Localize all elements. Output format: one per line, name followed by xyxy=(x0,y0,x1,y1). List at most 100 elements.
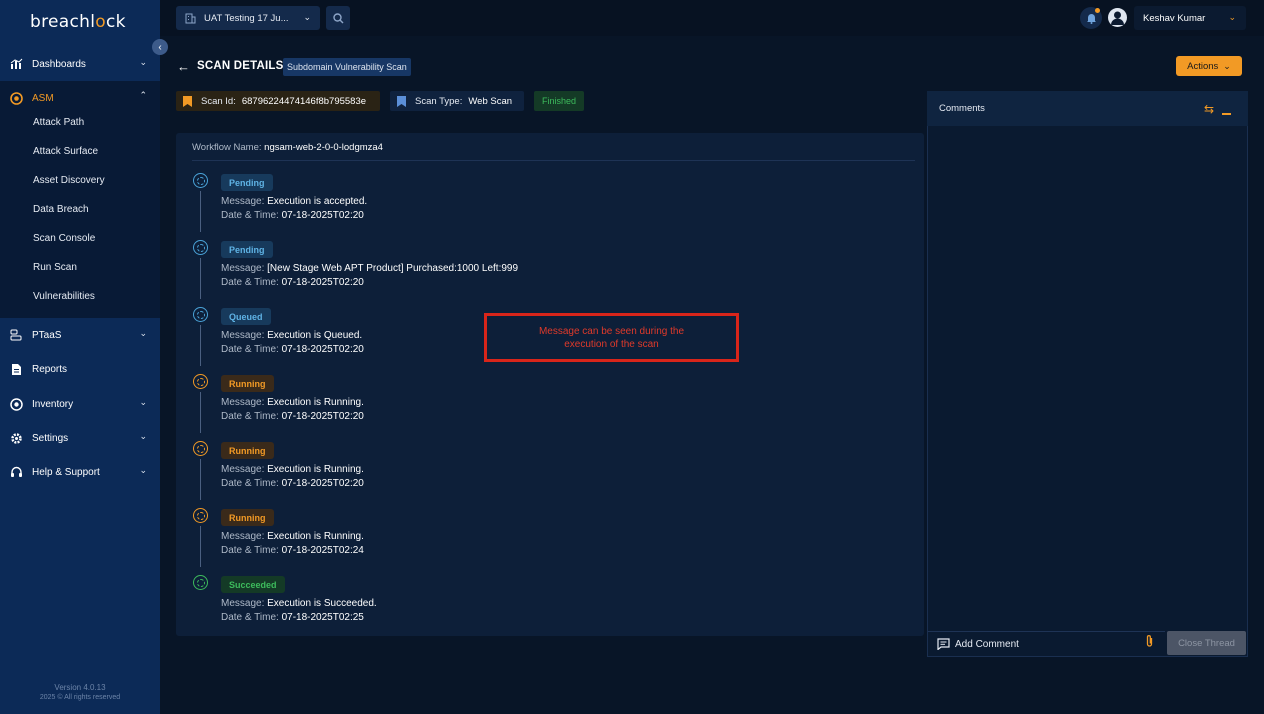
swap-icon[interactable]: ⇆ xyxy=(1204,102,1214,116)
pending-status-icon xyxy=(193,240,208,255)
add-comment-input[interactable]: Add Comment xyxy=(928,631,1165,656)
logo-text-prefix: breachl xyxy=(30,12,96,32)
datetime-value: 07-18-2025T02:20 xyxy=(281,478,364,489)
document-icon xyxy=(9,362,23,376)
scan-type-label: Scan Type: xyxy=(415,95,463,107)
notifications-button[interactable] xyxy=(1080,7,1102,29)
running-status-icon xyxy=(193,441,208,456)
sidebar-sub-data-breach[interactable]: Data Breach xyxy=(33,204,89,215)
workflow-value: ngsam-web-2-0-0-lodgmza4 xyxy=(264,142,383,153)
timeline-connector xyxy=(200,392,201,433)
timeline-datetime: Date & Time: 07-18-2025T02:20 xyxy=(221,344,364,355)
workspace-selector[interactable]: UAT Testing 17 Ju... ⌄ xyxy=(176,6,320,30)
sidebar-item-label: Reports xyxy=(32,363,68,375)
workspace-name: UAT Testing 17 Ju... xyxy=(204,12,289,24)
timeline-connector xyxy=(200,459,201,500)
datetime-label: Date & Time: xyxy=(221,411,282,422)
sidebar-item-dashboards[interactable]: Dashboards ⌄ xyxy=(0,47,160,81)
scan-type-chip: Scan Type: Web Scan xyxy=(390,91,524,111)
datetime-label: Date & Time: xyxy=(221,545,282,556)
close-thread-button[interactable]: Close Thread xyxy=(1167,631,1246,655)
copyright: 2025 © All rights reserved xyxy=(39,694,121,701)
message-label: Message: xyxy=(221,196,268,207)
sidebar-item-help-support[interactable]: Help & Support ⌄ xyxy=(0,455,160,489)
sidebar-sub-attack-surface[interactable]: Attack Surface xyxy=(33,146,98,157)
annotation-box: Message can be seen during the execution… xyxy=(484,313,739,362)
timeline-datetime: Date & Time: 07-18-2025T02:20 xyxy=(221,210,364,221)
datetime-value: 07-18-2025T02:20 xyxy=(281,411,364,422)
datetime-value: 07-18-2025T02:20 xyxy=(281,210,364,221)
timeline-datetime: Date & Time: 07-18-2025T02:25 xyxy=(221,612,364,623)
sidebar-sub-scan-console[interactable]: Scan Console xyxy=(33,233,95,244)
gear-icon xyxy=(9,431,23,445)
sidebar-item-inventory[interactable]: Inventory ⌄ xyxy=(0,387,160,421)
sidebar-sub-attack-path[interactable]: Attack Path xyxy=(33,117,84,128)
notification-dot xyxy=(1095,8,1100,13)
status-badge-running: Running xyxy=(221,375,274,392)
datetime-value: 07-18-2025T02:20 xyxy=(281,344,364,355)
timeline-connector xyxy=(200,191,201,232)
headset-icon xyxy=(9,465,23,479)
sidebar-sub-asset-discovery[interactable]: Asset Discovery xyxy=(33,175,105,186)
logo-text-suffix: ck xyxy=(105,12,126,32)
pending-status-icon xyxy=(193,173,208,188)
paperclip-icon[interactable] xyxy=(1145,634,1154,651)
timeline-connector xyxy=(200,325,201,366)
message-value: Execution is Running. xyxy=(267,531,364,542)
status-badge-pending: Pending xyxy=(221,241,273,258)
chevron-down-icon: ⌄ xyxy=(139,57,147,67)
sidebar-item-asm[interactable]: ASM ⌃ xyxy=(0,81,160,115)
sidebar: breachlock Dashboards ⌄ ASM ⌃ Attack Pat… xyxy=(0,0,160,714)
back-arrow-icon[interactable]: ← xyxy=(177,59,190,74)
succeeded-status-icon xyxy=(193,575,208,590)
timeline-message: Message: Execution is Succeeded. xyxy=(221,598,377,609)
bookmark-icon xyxy=(397,95,406,107)
sidebar-sub-vulnerabilities[interactable]: Vulnerabilities xyxy=(33,291,95,302)
datetime-label: Date & Time: xyxy=(221,344,282,355)
chevron-down-icon: ⌄ xyxy=(139,431,147,441)
timeline-message: Message: [New Stage Web APT Product] Pur… xyxy=(221,263,518,274)
search-button[interactable] xyxy=(326,6,350,30)
user-menu[interactable]: Keshav Kumar ⌄ xyxy=(1134,6,1246,30)
chevron-up-icon: ⌃ xyxy=(139,90,147,100)
annotation-line-1: Message can be seen during the xyxy=(538,326,685,337)
app-version: Version 4.0.13 xyxy=(54,683,106,692)
sidebar-item-settings[interactable]: Settings ⌄ xyxy=(0,421,160,455)
minimize-icon[interactable] xyxy=(1222,103,1231,115)
scan-id-label: Scan Id: xyxy=(201,95,236,107)
inventory-icon xyxy=(9,397,23,411)
logo-text-o: o xyxy=(95,12,106,32)
timeline-message: Message: Execution is Queued. xyxy=(221,330,362,341)
datetime-value: 07-18-2025T02:24 xyxy=(281,545,364,556)
building-icon xyxy=(185,13,196,23)
avatar[interactable] xyxy=(1108,8,1127,27)
sidebar-item-reports[interactable]: Reports xyxy=(0,352,160,386)
status-badge-running: Running xyxy=(221,509,274,526)
comments-title: Comments xyxy=(939,103,985,114)
message-label: Message: xyxy=(221,397,268,408)
scan-name-badge: Subdomain Vulnerability Scan xyxy=(283,58,411,76)
datetime-value: 07-18-2025T02:20 xyxy=(281,277,364,288)
chart-icon xyxy=(9,57,23,71)
target-icon xyxy=(9,91,23,105)
actions-button[interactable]: Actions ⌄ xyxy=(1176,56,1242,76)
chevron-down-icon: ⌄ xyxy=(1223,60,1231,71)
sidebar-item-ptaas[interactable]: PTaaS ⌄ xyxy=(0,318,160,352)
add-comment-label: Add Comment xyxy=(955,638,1019,650)
chevron-down-icon: ⌄ xyxy=(139,465,147,475)
comment-icon xyxy=(937,638,950,650)
message-label: Message: xyxy=(221,263,268,274)
bookmark-icon xyxy=(183,95,192,107)
datetime-label: Date & Time: xyxy=(221,210,282,221)
timeline-message: Message: Execution is accepted. xyxy=(221,196,367,207)
sidebar-sub-run-scan[interactable]: Run Scan xyxy=(33,262,77,273)
message-label: Message: xyxy=(221,598,268,609)
status-badge-succeeded: Succeeded xyxy=(221,576,285,593)
message-label: Message: xyxy=(221,464,268,475)
running-status-icon xyxy=(193,374,208,389)
actions-label: Actions xyxy=(1187,60,1219,72)
comments-panel xyxy=(927,91,1248,657)
users-icon xyxy=(9,328,23,342)
sidebar-collapse-button[interactable]: ‹ xyxy=(152,39,168,55)
brand-logo[interactable]: breachlock xyxy=(30,12,126,32)
